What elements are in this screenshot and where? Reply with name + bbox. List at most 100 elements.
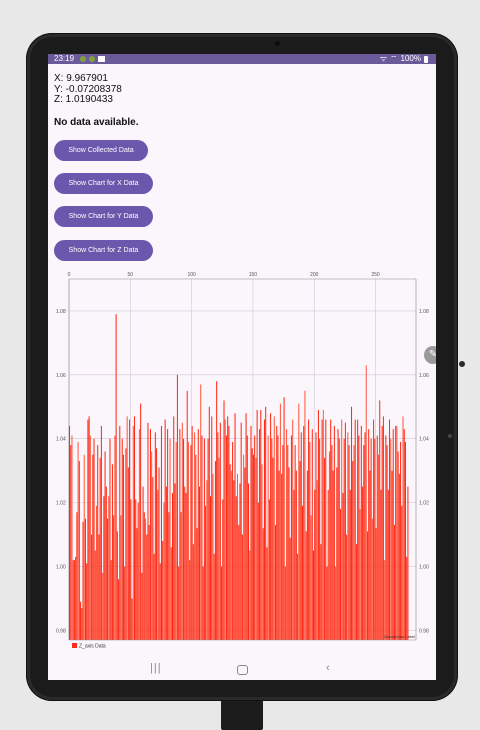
bar	[132, 425, 134, 640]
bar	[196, 528, 198, 640]
bar	[283, 397, 285, 640]
bar	[197, 429, 199, 640]
bar	[78, 461, 80, 640]
bar	[143, 512, 145, 640]
bar	[156, 448, 158, 640]
bar	[331, 445, 333, 640]
bar	[262, 528, 264, 640]
bar	[174, 483, 176, 640]
edit-pencil-icon[interactable]: ✎	[424, 346, 436, 364]
bar	[393, 524, 395, 640]
bar	[248, 483, 250, 640]
bar	[129, 419, 131, 640]
bar	[390, 438, 392, 640]
x-value: X: 9.967901	[54, 73, 108, 84]
show-collected-data-button[interactable]: Show Collected Data	[54, 140, 148, 161]
bar	[113, 515, 115, 640]
bar	[365, 365, 367, 640]
show-chart-x-button[interactable]: Show Chart for X Data	[54, 173, 153, 194]
legend-swatch	[72, 643, 77, 648]
bar	[198, 486, 200, 640]
bar	[387, 489, 389, 640]
bar	[87, 419, 89, 640]
y-tick-label-right: 1.08	[419, 309, 429, 315]
bar	[71, 435, 73, 640]
bar	[131, 598, 133, 640]
bar	[147, 422, 149, 640]
image-icon	[98, 56, 105, 62]
bar	[181, 422, 183, 640]
bar	[376, 435, 378, 640]
bar	[328, 451, 330, 640]
bar	[221, 566, 223, 640]
bar	[348, 445, 350, 640]
home-icon[interactable]	[237, 665, 248, 675]
bar	[304, 390, 306, 640]
bar	[104, 451, 106, 640]
bar	[404, 441, 406, 640]
bar	[315, 432, 317, 640]
bar	[360, 425, 362, 640]
bar	[225, 435, 227, 640]
bar	[157, 489, 159, 640]
bar	[97, 445, 99, 640]
show-chart-y-button[interactable]: Show Chart for Y Data	[54, 206, 153, 227]
bar	[263, 419, 265, 640]
y-tick-label-left: 1.08	[56, 309, 66, 315]
bar	[208, 406, 210, 640]
status-bar: 23:19 ᯤ ⌔ 100%	[48, 54, 436, 64]
bar	[233, 480, 235, 640]
x-tick-label: 150	[249, 272, 258, 278]
bar	[305, 531, 307, 640]
bar	[82, 521, 84, 640]
bar	[102, 572, 104, 640]
sensor-dot	[448, 434, 452, 438]
bar	[257, 502, 259, 640]
bar	[168, 512, 170, 640]
bar	[311, 429, 313, 640]
bar	[299, 461, 301, 640]
bar	[357, 419, 359, 640]
bar	[81, 608, 83, 640]
bar	[297, 553, 299, 640]
bar	[382, 416, 384, 640]
bar	[124, 566, 126, 640]
bar	[271, 438, 273, 640]
bar	[108, 496, 110, 640]
bar	[402, 416, 404, 640]
bar	[321, 419, 323, 640]
back-icon[interactable]: ‹	[326, 662, 330, 674]
bar	[91, 534, 93, 640]
bar	[141, 572, 143, 640]
bar	[159, 563, 161, 640]
bar	[335, 566, 337, 640]
bar	[89, 435, 91, 640]
recent-apps-icon[interactable]: |||	[150, 662, 162, 674]
bar	[301, 505, 303, 640]
bar	[355, 544, 357, 640]
bar	[176, 374, 178, 640]
bar	[313, 550, 315, 640]
bar	[277, 435, 279, 640]
bar	[218, 457, 220, 640]
bar	[239, 483, 241, 640]
bar	[118, 579, 120, 640]
bar	[343, 438, 345, 640]
bar	[69, 425, 71, 640]
bar	[171, 493, 174, 640]
bar	[180, 512, 182, 640]
z-axis-bar-chart[interactable]: 0.98 0.98 1.00 1.00 1.02 1.02 1.04 1.04 1.06 1.06…	[48, 268, 436, 654]
show-chart-z-button[interactable]: Show Chart for Z Data	[54, 240, 153, 261]
bar	[192, 544, 194, 640]
bar	[354, 419, 356, 640]
bar	[130, 499, 132, 640]
bar	[88, 416, 90, 640]
bar	[267, 435, 269, 640]
sensor-readout: X: 9.967901 Y: -0.07208378 Z: 1.0190433	[54, 73, 122, 106]
bar	[83, 454, 85, 640]
chart-description: Description Label	[384, 634, 415, 639]
bar	[294, 445, 296, 640]
bar	[259, 429, 261, 640]
bar	[105, 486, 107, 640]
bar	[325, 419, 327, 640]
